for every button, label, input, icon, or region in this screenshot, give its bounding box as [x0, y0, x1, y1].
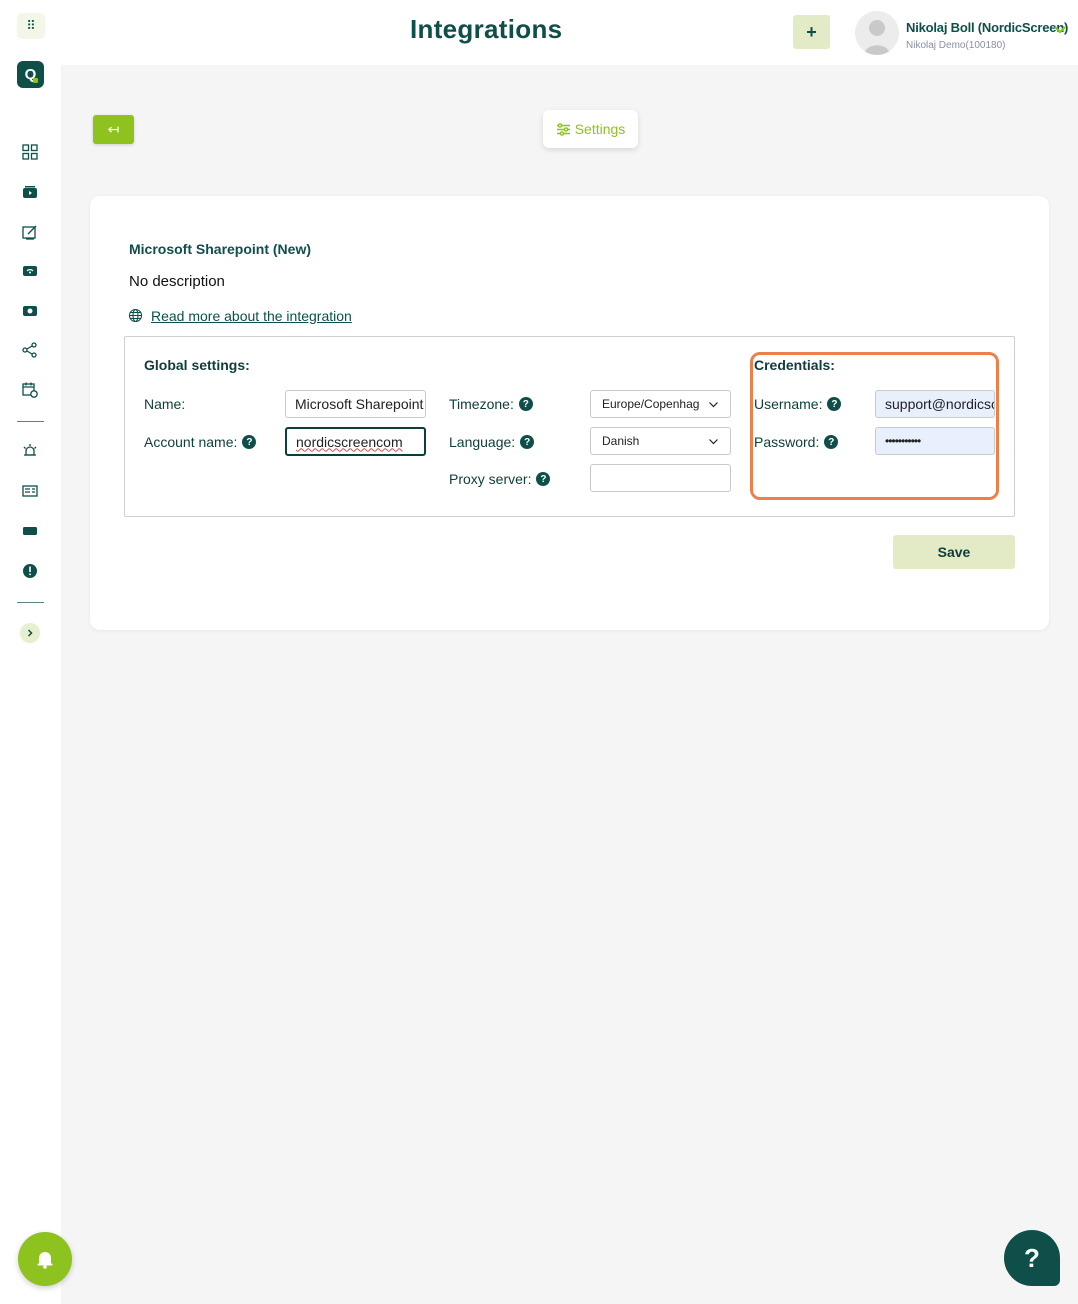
help-button[interactable]: ? [1004, 1230, 1060, 1286]
top-header: Integrations + Nikolaj Boll (NordicScree… [61, 0, 1078, 65]
integration-title: Microsoft Sharepoint (New) [129, 241, 312, 257]
sidebar: ⠿ Q [0, 0, 72, 1304]
chevron-down-icon [709, 401, 718, 407]
name-field[interactable]: Microsoft Sharepoint [285, 390, 426, 418]
page-title: Integrations [410, 14, 563, 44]
alarm-icon[interactable] [20, 441, 40, 461]
proxy-server-field[interactable] [590, 464, 731, 492]
news-icon[interactable] [20, 481, 40, 501]
tab-settings-label: Settings [574, 121, 626, 137]
account-name-value: nordicscreencom [296, 433, 403, 450]
sidebar-divider [17, 602, 44, 603]
help-icon[interactable]: ? [242, 435, 257, 449]
tab-settings[interactable]: Settings [543, 110, 638, 148]
timezone-value: Europe/Copenhagen [602, 397, 700, 411]
back-arrow-icon: ↤ [107, 121, 120, 137]
design-icon[interactable] [20, 222, 40, 242]
save-button[interactable]: Save [893, 535, 1015, 569]
read-more-link[interactable]: Read more about the integration [151, 308, 352, 324]
chevron-down-icon [709, 438, 718, 444]
help-icon[interactable]: ? [518, 397, 533, 411]
back-button[interactable]: ↤ [93, 115, 134, 144]
expand-sidebar-icon[interactable] [20, 623, 40, 643]
playlist-icon[interactable] [20, 301, 40, 321]
timezone-label: Timezone:? [449, 396, 533, 412]
credentials-highlight [750, 352, 999, 500]
account-name-label: Account name:? [144, 434, 257, 450]
dashboard-icon[interactable] [20, 142, 40, 162]
share-icon[interactable] [20, 340, 40, 360]
apps-grid-icon[interactable]: ⠿ [17, 13, 45, 39]
user-name[interactable]: Nikolaj Boll (NordicScreen) [906, 20, 1068, 35]
help-icon[interactable]: ? [520, 435, 535, 449]
language-value: Danish [602, 434, 640, 448]
account-name-field[interactable]: nordicscreencom [285, 427, 426, 456]
add-button[interactable]: + [793, 15, 830, 49]
display-icon[interactable] [20, 521, 40, 541]
language-select[interactable]: Danish [590, 427, 731, 455]
chevron-down-icon[interactable] [1053, 23, 1067, 42]
app-logo[interactable]: Q [17, 61, 44, 88]
media-icon[interactable] [20, 182, 40, 202]
notifications-bell-icon[interactable] [18, 1232, 72, 1286]
help-icon[interactable]: ? [536, 472, 551, 486]
timezone-select[interactable]: Europe/Copenhagen [590, 390, 731, 418]
name-label: Name: [144, 396, 186, 412]
screens-icon[interactable] [20, 261, 40, 281]
avatar[interactable] [855, 11, 899, 55]
globe-icon [128, 308, 143, 328]
proxy-server-label: Proxy server:? [449, 471, 551, 487]
global-settings-heading: Global settings: [144, 357, 250, 373]
language-label: Language:? [449, 434, 535, 450]
alert-icon[interactable] [20, 561, 40, 581]
sidebar-divider [17, 421, 44, 422]
user-account: Nikolaj Demo(100180) [906, 40, 1006, 51]
schedule-icon[interactable] [20, 380, 40, 400]
integration-description: No description [129, 273, 225, 290]
sliders-icon [556, 122, 570, 136]
